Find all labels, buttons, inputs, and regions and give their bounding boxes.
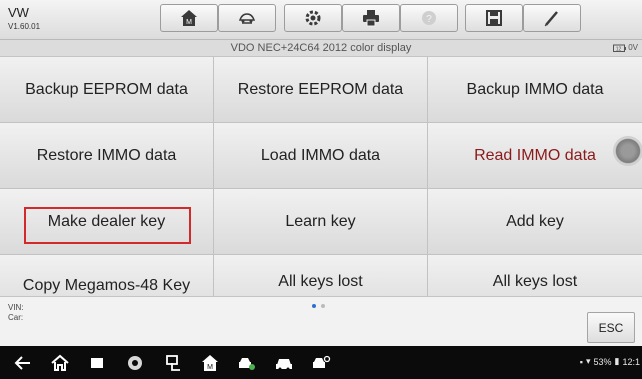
home-button[interactable]: M: [160, 4, 218, 32]
app-version: V1.60.01: [8, 22, 41, 31]
save-icon: [486, 10, 502, 26]
top-toolbar: VW V1.60.01 M ?: [0, 0, 642, 40]
cell-label: Make dealer key: [47, 212, 166, 230]
help-icon: ?: [422, 11, 436, 25]
system-nav-bar: M ▪ ▾ 53% ▮ 12:1: [0, 346, 642, 379]
status-info: ▪ ▾ 53% ▮ 12:1: [580, 356, 640, 367]
back-icon: [14, 356, 30, 370]
maxi-home-icon: M: [202, 355, 218, 371]
settings-button[interactable]: [284, 4, 342, 32]
floating-assist-button[interactable]: [613, 136, 642, 166]
clock: 12:1: [622, 356, 640, 367]
vehicle-settings-icon: [313, 355, 331, 368]
cell-label: Restore EEPROM data: [237, 80, 404, 98]
vin-label: VIN:: [8, 303, 24, 312]
battery-icon: 12: [613, 44, 627, 52]
all-keys-lost-button-2[interactable]: All keys lost: [428, 255, 642, 296]
home-nav-button[interactable]: [49, 352, 71, 374]
help-button[interactable]: ?: [400, 4, 458, 32]
cell-label: Read IMMO data: [474, 146, 596, 164]
vehicle-swap-icon: [238, 13, 256, 24]
all-keys-lost-button[interactable]: All keys lost: [214, 255, 428, 296]
app-title: VW: [8, 5, 29, 20]
ecu-title: VDO NEC+24C64 2012 color display: [230, 42, 412, 54]
function-grid: Backup EEPROM data Restore EEPROM data B…: [0, 57, 642, 296]
cell-label: All keys lost: [278, 273, 363, 290]
cell-label: Learn key: [285, 212, 356, 230]
learn-key-button[interactable]: Learn key: [214, 189, 428, 255]
read-immo-button[interactable]: Read IMMO data: [428, 123, 642, 189]
backup-immo-button[interactable]: Backup IMMO data: [428, 57, 642, 123]
restore-eeprom-button[interactable]: Restore EEPROM data: [214, 57, 428, 123]
page-dot-active: [312, 304, 316, 308]
backup-eeprom-button[interactable]: Backup EEPROM data: [0, 57, 214, 123]
settings-icon: [305, 10, 321, 26]
car-label: Car:: [8, 313, 24, 322]
cell-label: Copy Megamos-48 Key: [22, 277, 191, 294]
cell-label: Load IMMO data: [260, 146, 381, 164]
save-button[interactable]: [465, 4, 523, 32]
vehicle-settings-button[interactable]: [310, 352, 332, 374]
vehicle-diag-button[interactable]: [236, 352, 258, 374]
screen-switch-icon: [166, 355, 180, 371]
svg-text:M: M: [186, 19, 192, 26]
edit-icon: [544, 11, 558, 27]
car-icon: [276, 359, 292, 371]
cell-label: Add key: [506, 212, 564, 230]
print-icon: [363, 10, 379, 27]
cell-label: Restore IMMO data: [36, 146, 177, 164]
svg-text:M: M: [207, 364, 213, 371]
cell-label: All keys lost: [492, 273, 578, 290]
print-button[interactable]: [342, 4, 400, 32]
screen-switch-button[interactable]: [163, 352, 185, 374]
wifi-icon: ▾: [585, 356, 591, 366]
battery-level-icon: ▮: [614, 356, 620, 366]
vehicle-info-bar: VIN: Car: ESC: [0, 296, 642, 346]
make-dealer-key-button[interactable]: Make dealer key: [0, 189, 214, 255]
load-immo-button[interactable]: Load IMMO data: [214, 123, 428, 189]
car-button[interactable]: [273, 352, 295, 374]
copy-megamos-key-button[interactable]: Copy Megamos-48 Key: [0, 255, 214, 296]
svg-text:?: ?: [426, 14, 432, 25]
vehicle-swap-button[interactable]: [218, 4, 276, 32]
browser-icon: [128, 356, 142, 370]
subtitle-bar: VDO NEC+24C64 2012 color display 12 0V: [0, 40, 642, 57]
add-key-button[interactable]: Add key: [428, 189, 642, 255]
cell-label: Backup IMMO data: [466, 80, 604, 98]
svg-text:12: 12: [616, 46, 622, 52]
recent-apps-icon: [91, 358, 103, 368]
page-dot: [321, 304, 325, 308]
edit-button[interactable]: [523, 4, 581, 32]
recent-apps-button[interactable]: [86, 352, 108, 374]
maxi-home-button[interactable]: M: [199, 352, 221, 374]
restore-immo-button[interactable]: Restore IMMO data: [0, 123, 214, 189]
back-button[interactable]: [12, 352, 34, 374]
page-indicator: [312, 304, 325, 308]
home-icon: M: [181, 10, 197, 26]
battery-percent: 53%: [593, 356, 612, 367]
android-home-icon: [51, 354, 69, 371]
message-icon: ▪: [579, 356, 583, 367]
esc-button[interactable]: ESC: [587, 312, 635, 343]
battery-indicator: 12 0V: [613, 43, 638, 52]
cell-label: Backup EEPROM data: [25, 80, 188, 98]
vehicle-diag-icon: [239, 358, 255, 370]
browser-button[interactable]: [124, 352, 146, 374]
battery-voltage: 0V: [628, 43, 638, 52]
esc-label: ESC: [598, 320, 624, 335]
